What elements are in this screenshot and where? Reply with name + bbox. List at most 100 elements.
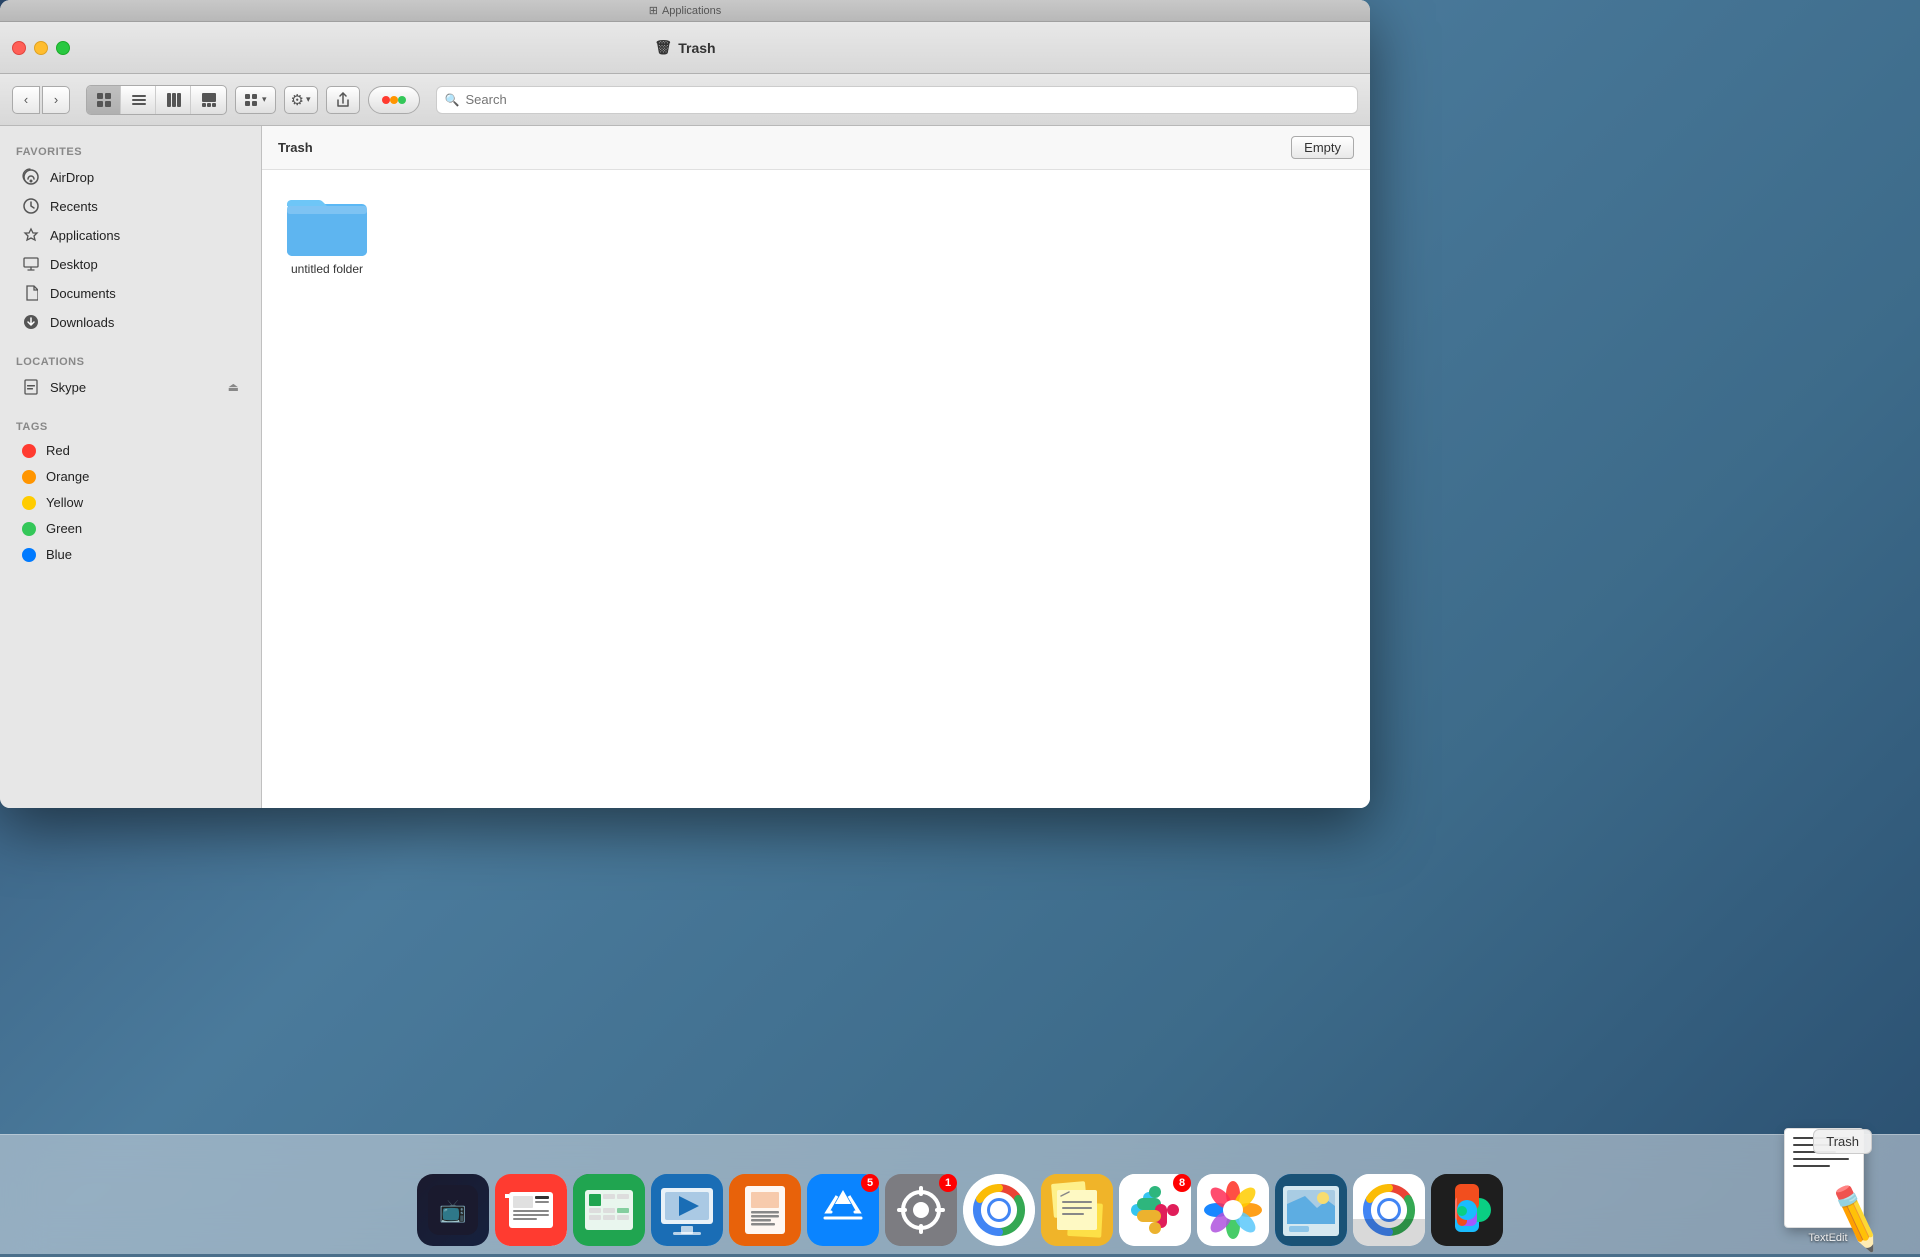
numbers-icon [573, 1174, 645, 1246]
photos-icon [1197, 1174, 1269, 1246]
sidebar-item-desktop[interactable]: Desktop [6, 250, 255, 278]
slack-badge: 8 [1173, 1174, 1191, 1192]
sidebar-item-tag-yellow[interactable]: Yellow [6, 490, 255, 515]
dock-item-keynote[interactable] [651, 1174, 723, 1246]
dock-item-stickies[interactable] [1041, 1174, 1113, 1246]
dock-item-slack[interactable]: 8 [1119, 1174, 1191, 1246]
preview-icon [1275, 1174, 1347, 1246]
tag-button[interactable] [368, 86, 420, 114]
dock-item-news[interactable] [495, 1174, 567, 1246]
view-icon-button[interactable] [87, 86, 121, 114]
dock-item-chrome[interactable] [963, 1174, 1035, 1246]
trash-tooltip: Trash [1813, 1129, 1872, 1154]
downloads-label: Downloads [50, 315, 114, 330]
view-list-button[interactable] [122, 86, 156, 114]
yellow-tag-dot [22, 496, 36, 510]
sidebar-item-tag-orange[interactable]: Orange [6, 464, 255, 489]
applications-icon [22, 226, 40, 244]
documents-label: Documents [50, 286, 116, 301]
group-button[interactable]: ▾ [235, 86, 276, 114]
search-input[interactable] [465, 92, 1349, 107]
tags-section-title: Tags [0, 413, 261, 437]
minimize-button[interactable] [34, 41, 48, 55]
sidebar-item-airdrop[interactable]: AirDrop [6, 163, 255, 191]
folder-item[interactable]: untitled folder [282, 190, 372, 276]
airdrop-icon [22, 168, 40, 186]
window-title-text: Trash [678, 40, 715, 56]
close-button[interactable] [12, 41, 26, 55]
window-controls [12, 41, 70, 55]
text-line-5 [1793, 1165, 1830, 1167]
skype-drive-icon [22, 378, 40, 396]
skype-label: Skype [50, 380, 86, 395]
main-content: Favorites AirDrop [0, 126, 1370, 808]
news-icon [495, 1174, 567, 1246]
view-gallery-button[interactable] [192, 86, 226, 114]
sidebar-item-recents[interactable]: Recents [6, 192, 255, 220]
sidebar-item-applications[interactable]: Applications [6, 221, 255, 249]
desktop-icon [22, 255, 40, 273]
sidebar-item-tag-red[interactable]: Red [6, 438, 255, 463]
favorites-section-title: Favorites [0, 138, 261, 162]
yellow-tag-label: Yellow [46, 495, 83, 510]
stickies-icon [1041, 1174, 1113, 1246]
empty-button[interactable]: Empty [1291, 136, 1354, 159]
appletv-icon: 📺 [417, 1174, 489, 1246]
gear-chevron: ▾ [306, 94, 311, 105]
airdrop-label: AirDrop [50, 170, 94, 185]
dock-item-figma[interactable] [1431, 1174, 1503, 1246]
nav-buttons: ‹ › [12, 86, 70, 114]
blue-tag-dot [22, 548, 36, 562]
back-button[interactable]: ‹ [12, 86, 40, 114]
green-tag-dot [22, 522, 36, 536]
recents-label: Recents [50, 199, 98, 214]
locations-section-title: Locations [0, 348, 261, 372]
search-bar[interactable]: 🔍 [436, 86, 1358, 114]
maximize-button[interactable] [56, 41, 70, 55]
sidebar-item-skype[interactable]: Skype ⏏ [6, 373, 255, 401]
view-column-button[interactable] [157, 86, 191, 114]
blue-tag-label: Blue [46, 547, 72, 562]
downloads-icon [22, 313, 40, 331]
forward-button[interactable]: › [42, 86, 70, 114]
red-tag-label: Red [46, 443, 70, 458]
orange-tag-dot [22, 470, 36, 484]
file-content: Trash Empty [262, 126, 1370, 808]
orange-tag-label: Orange [46, 469, 89, 484]
folder-icon [287, 190, 367, 256]
dock-item-preview[interactable] [1275, 1174, 1347, 1246]
dock-item-numbers[interactable] [573, 1174, 645, 1246]
sidebar-item-tag-green[interactable]: Green [6, 516, 255, 541]
dock-item-systemprefs[interactable]: 1 [885, 1174, 957, 1246]
desktop-label: Desktop [50, 257, 98, 272]
app-title: Applications [662, 5, 721, 17]
dock-item-chrome2[interactable] [1353, 1174, 1425, 1246]
dock-item-pages[interactable] [729, 1174, 801, 1246]
sidebar-item-downloads[interactable]: Downloads [6, 308, 255, 336]
skype-eject-icon[interactable]: ⏏ [228, 380, 239, 394]
sidebar: Favorites AirDrop [0, 126, 262, 808]
dock: 📺 [0, 1134, 1920, 1254]
gear-button[interactable]: ⚙ ▾ [284, 86, 318, 114]
content-title: Trash [278, 140, 313, 155]
figma-icon [1431, 1174, 1503, 1246]
trash-title-icon: 🗑 [654, 39, 672, 56]
finder-window: ⊞ Applications 🗑 Trash ‹ › [0, 0, 1370, 808]
documents-icon [22, 284, 40, 302]
dock-item-appstore[interactable]: 5 [807, 1174, 879, 1246]
appstore-badge: 5 [861, 1174, 879, 1192]
title-bar: 🗑 Trash [0, 22, 1370, 74]
folder-name: untitled folder [291, 262, 363, 276]
green-tag-label: Green [46, 521, 82, 536]
search-icon: 🔍 [445, 93, 460, 107]
pages-icon [729, 1174, 801, 1246]
share-button[interactable] [326, 86, 360, 114]
dock-item-appletv[interactable]: 📺 [417, 1174, 489, 1246]
sidebar-item-tag-blue[interactable]: Blue [6, 542, 255, 567]
dock-item-photos[interactable] [1197, 1174, 1269, 1246]
svg-text:📺: 📺 [439, 1198, 466, 1223]
app-title-bar: ⊞ Applications [0, 0, 1370, 22]
sidebar-item-documents[interactable]: Documents [6, 279, 255, 307]
toolbar: ‹ › [0, 74, 1370, 126]
applications-label: Applications [50, 228, 120, 243]
